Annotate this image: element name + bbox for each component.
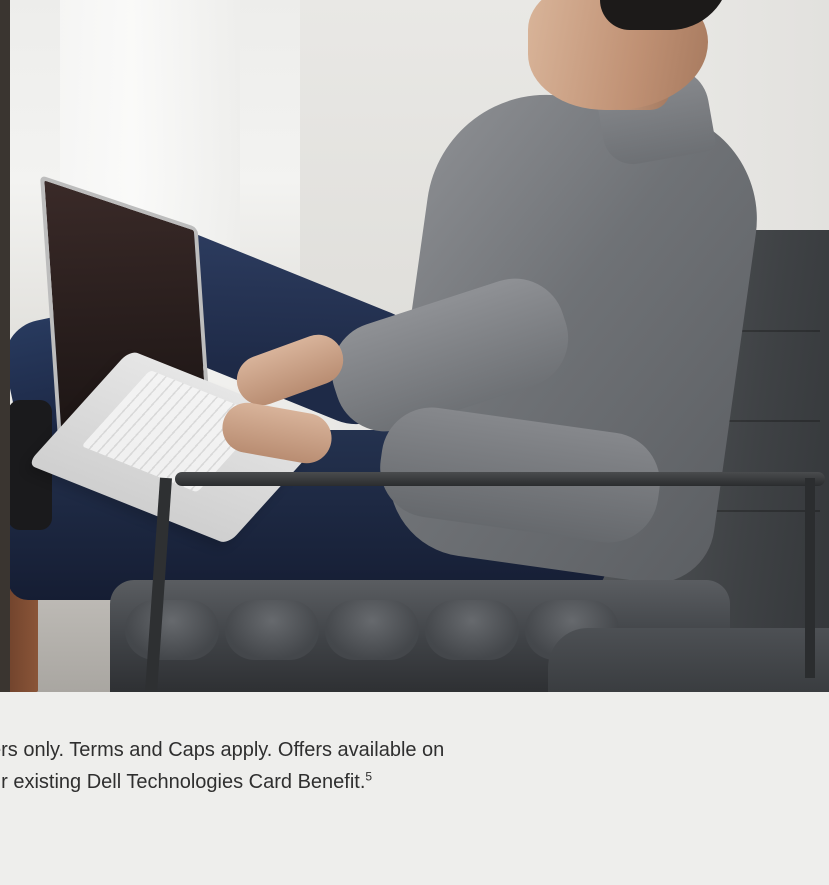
disclaimer-line-2: ur existing Dell Technologies Card Benef… bbox=[0, 766, 829, 798]
offer-disclaimer: ers only. Terms and Caps apply. Offers a… bbox=[0, 734, 829, 798]
chair-arm bbox=[175, 472, 825, 486]
chair-seat-tuft bbox=[125, 600, 219, 660]
foreground-pole bbox=[0, 0, 10, 692]
disclaimer-line-1: ers only. Terms and Caps apply. Offers a… bbox=[0, 739, 445, 761]
page: ers only. Terms and Caps apply. Offers a… bbox=[0, 0, 829, 885]
disclaimer-line-2-text: ur existing Dell Technologies Card Benef… bbox=[0, 771, 366, 793]
footnote-marker[interactable]: 5 bbox=[365, 769, 372, 783]
chair-seat-tuft bbox=[425, 600, 519, 660]
chair-seat-tuft bbox=[225, 600, 319, 660]
chair-seat-tuft bbox=[325, 600, 419, 660]
person-hair bbox=[600, 0, 730, 30]
chair-leg bbox=[805, 478, 815, 678]
hero-image bbox=[0, 0, 829, 692]
ottoman bbox=[548, 628, 829, 692]
